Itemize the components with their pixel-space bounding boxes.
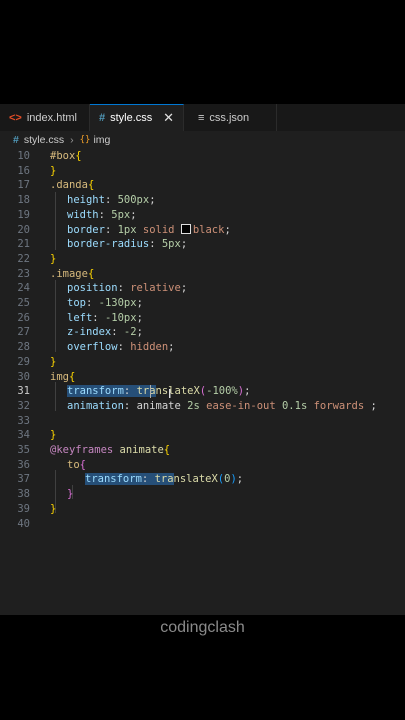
chevron-right-icon: › [70, 134, 74, 146]
color-swatch[interactable] [180, 223, 191, 234]
css-hash-icon: # [13, 134, 19, 146]
tab-css-json[interactable]: ≡ css.json [184, 104, 277, 131]
breadcrumb-file[interactable]: style.css [24, 134, 64, 146]
css-hash-icon: # [99, 112, 106, 124]
code-line: 34 } [17, 429, 57, 442]
code-line: 40 [17, 517, 30, 530]
code-line: 27 z-index: -2; [17, 326, 143, 339]
watermark: codingclash [160, 619, 245, 636]
code-line: 28 overflow: hidden; [17, 341, 175, 354]
code-line: 26 left: -10px; [17, 311, 143, 324]
breadcrumb-symbol[interactable]: img [93, 134, 110, 146]
close-icon[interactable]: ✕ [163, 110, 174, 126]
tab-label: css.json [209, 111, 250, 124]
code-line: 38 } [17, 488, 74, 501]
code-line: 16 } [17, 164, 57, 177]
tab-label: style.css [110, 112, 153, 124]
code-line: 39 } [17, 502, 57, 515]
html-icon: <> [9, 111, 22, 124]
code-line: 24 position: relative; [17, 282, 188, 295]
tab-label: index.html [26, 111, 77, 124]
code-line: 36 to{ [17, 458, 86, 471]
tab-index-html[interactable]: <> index.html [0, 104, 90, 131]
code-line: 35 @keyframes animate{ [17, 444, 171, 456]
code-line: 10 #box{ [17, 150, 82, 162]
tab-style-css[interactable]: # style.css ✕ [90, 104, 184, 131]
code-line: 25 top: -130px; [17, 297, 143, 309]
code-line: 18 height: 500px; [17, 194, 156, 207]
code-line: 30 img{ [17, 370, 76, 383]
code-line: 20 border: 1px solid black; [17, 223, 231, 236]
text-caret [150, 385, 151, 399]
code-line: 22 } [17, 252, 57, 265]
code-line-current: 31 transform: translateX(-100%); I [17, 385, 251, 402]
code-line: 19 width: 5px; [17, 208, 137, 221]
code-editor[interactable]: <> index.html # style.css ✕ ≡ css.json #… [0, 104, 405, 615]
json-file-icon: ≡ [198, 111, 205, 124]
code-line: 33 [17, 414, 30, 427]
code-line: 29 } [17, 355, 57, 368]
code-line: 17 .danda{ [17, 179, 95, 192]
code-line: 32 animation: animate 2s ease-in-out 0.1… [17, 399, 377, 412]
symbol-braces-icon: {} [79, 135, 91, 145]
code-line: 23 .image{ [17, 267, 95, 280]
breadcrumb: # style.css › {} img [0, 131, 405, 149]
tab-bar: <> index.html # style.css ✕ ≡ css.json [0, 104, 405, 131]
code-line: 21 border-radius: 5px; [17, 238, 188, 251]
code-line: 37 transform: translateX(0); [17, 473, 244, 486]
